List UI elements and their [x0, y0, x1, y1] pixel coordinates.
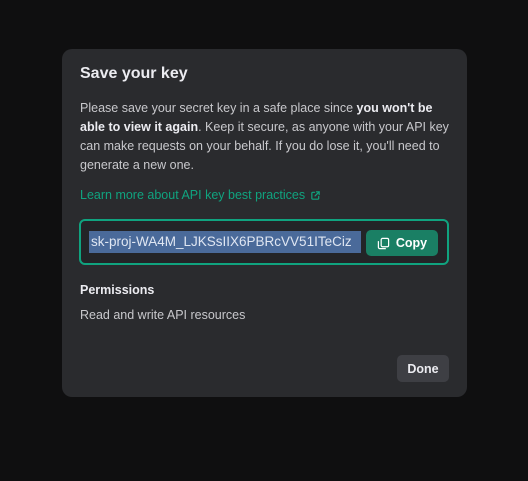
external-link-icon	[311, 190, 320, 200]
save-key-dialog: Save your key Please save your secret ke…	[62, 49, 467, 397]
description-text-1: Please save your secret key in a safe pl…	[80, 101, 357, 115]
copy-label: Copy	[395, 236, 428, 250]
copy-icon	[377, 237, 390, 249]
learn-more-link[interactable]: Learn more about API key best practices	[80, 188, 321, 202]
secret-key-input[interactable]	[89, 231, 361, 253]
done-button[interactable]: Done	[397, 355, 449, 382]
copy-button[interactable]: Copy	[366, 230, 438, 256]
dialog-description: Please save your secret key in a safe pl…	[80, 99, 455, 175]
secret-key-field: Copy	[79, 219, 449, 265]
learn-more-label: Learn more about API key best practices	[80, 188, 306, 202]
permissions-heading: Permissions	[80, 283, 155, 297]
permissions-value: Read and write API resources	[80, 308, 246, 322]
dialog-title: Save your key	[80, 65, 188, 82]
